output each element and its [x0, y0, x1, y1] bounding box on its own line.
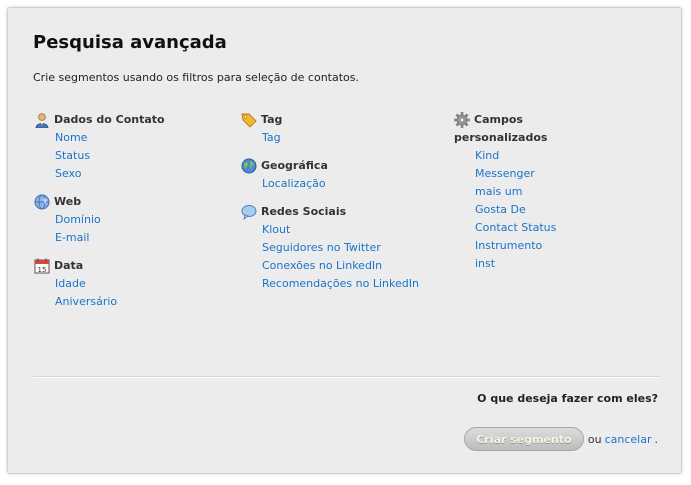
list-item: mais um: [475, 183, 654, 201]
list-item: E-mail: [55, 229, 224, 247]
create-segment-button[interactable]: Criar segmento: [463, 427, 584, 451]
filter-link-linkedin-connections[interactable]: Conexões no LinkedIn: [262, 259, 382, 272]
group-title: Geográfica: [261, 159, 328, 172]
calendar-icon: 15: [34, 258, 50, 274]
gear-icon: [454, 112, 470, 128]
filter-link-status[interactable]: Status: [55, 149, 90, 162]
link-list: Localização: [241, 175, 451, 193]
group-title: Data: [54, 259, 84, 272]
link-list: Kind Messenger mais um Gosta De Contact …: [454, 147, 654, 273]
group-title: Campos personalizados: [454, 111, 547, 147]
filter-link-contact-status[interactable]: Contact Status: [475, 221, 556, 234]
group-header: Redes Sociais: [241, 203, 451, 221]
group-title: Web: [54, 195, 82, 208]
filter-link-linkedin-recommendations[interactable]: Recomendações no LinkedIn: [262, 277, 419, 290]
list-item: Domínio: [55, 211, 224, 229]
group-header: Web: [34, 193, 224, 211]
list-item: Tag: [262, 129, 451, 147]
list-item: Instrumento: [475, 237, 654, 255]
filter-link-messenger[interactable]: Messenger: [475, 167, 535, 180]
cancel-link[interactable]: cancelar: [605, 433, 652, 446]
group-title-line-1: Campos: [474, 113, 523, 126]
user-icon: [35, 113, 49, 128]
group-header: Tag: [241, 111, 451, 129]
calendar-day: 15: [38, 266, 47, 274]
filter-link-email[interactable]: E-mail: [55, 231, 90, 244]
list-item: Idade: [55, 275, 224, 293]
link-list: Tag: [241, 129, 451, 147]
list-item: Aniversário: [55, 293, 224, 311]
filter-link-klout[interactable]: Klout: [262, 223, 290, 236]
divider: [33, 376, 660, 378]
list-item: Status: [55, 147, 224, 165]
period-text: .: [654, 432, 659, 446]
list-item: Conexões no LinkedIn: [262, 257, 451, 275]
list-item: Messenger: [475, 165, 654, 183]
earth-icon: [241, 158, 257, 174]
or-text: ou: [587, 432, 602, 446]
group-header: Geográfica: [241, 157, 451, 175]
filter-column-2: Tag Tag Geográfica Localização Redes Soc…: [241, 111, 451, 303]
filter-link-sexo[interactable]: Sexo: [55, 167, 81, 180]
filter-link-tag[interactable]: Tag: [262, 131, 281, 144]
group-contact-data: Dados do Contato Nome Status Sexo: [34, 111, 224, 183]
group-title: Tag: [261, 113, 283, 126]
dialog-subtitle: Crie segmentos usando os filtros para se…: [33, 71, 359, 84]
action-bar: Criar segmento ou cancelar .: [463, 427, 659, 451]
group-geographic: Geográfica Localização: [241, 157, 451, 193]
group-custom-fields: Campos personalizados Kind Messenger mai…: [454, 111, 654, 273]
link-list: Klout Seguidores no Twitter Conexões no …: [241, 221, 451, 293]
filter-link-dominio[interactable]: Domínio: [55, 213, 101, 226]
group-title-line-2: personalizados: [454, 131, 548, 144]
filter-link-inst[interactable]: inst: [475, 257, 495, 270]
link-list: Domínio E-mail: [34, 211, 224, 247]
list-item: Recomendações no LinkedIn: [262, 275, 451, 293]
filter-column-3: Campos personalizados Kind Messenger mai…: [454, 111, 654, 283]
filter-link-aniversario[interactable]: Aniversário: [55, 295, 117, 308]
group-header: Campos personalizados: [454, 111, 654, 147]
list-item: Klout: [262, 221, 451, 239]
group-date: 15 Data Idade Aniversário: [34, 257, 224, 311]
action-question: O que deseja fazer com eles?: [477, 392, 658, 405]
filter-link-mais-um[interactable]: mais um: [475, 185, 522, 198]
group-web: Web Domínio E-mail: [34, 193, 224, 247]
filter-link-instrumento[interactable]: Instrumento: [475, 239, 542, 252]
filter-column-1: Dados do Contato Nome Status Sexo Web Do…: [34, 111, 224, 321]
list-item: Localização: [262, 175, 451, 193]
tag-icon: [241, 113, 257, 128]
globe-icon: [34, 194, 50, 210]
list-item: Nome: [55, 129, 224, 147]
filter-link-nome[interactable]: Nome: [55, 131, 87, 144]
group-header: 15 Data: [34, 257, 224, 275]
group-header: Dados do Contato: [34, 111, 224, 129]
link-list: Idade Aniversário: [34, 275, 224, 311]
group-social-networks: Redes Sociais Klout Seguidores no Twitte…: [241, 203, 451, 293]
list-item: Sexo: [55, 165, 224, 183]
advanced-search-dialog: Pesquisa avançada Crie segmentos usando …: [7, 7, 682, 474]
list-item: inst: [475, 255, 654, 273]
list-item: Kind: [475, 147, 654, 165]
group-tag: Tag Tag: [241, 111, 451, 147]
group-title: Redes Sociais: [261, 205, 347, 218]
dialog-title: Pesquisa avançada: [33, 32, 227, 53]
speech-bubble-icon: [241, 205, 257, 220]
filter-link-twitter-followers[interactable]: Seguidores no Twitter: [262, 241, 381, 254]
list-item: Seguidores no Twitter: [262, 239, 451, 257]
link-list: Nome Status Sexo: [34, 129, 224, 183]
filter-link-gosta-de[interactable]: Gosta De: [475, 203, 526, 216]
filter-link-localizacao[interactable]: Localização: [262, 177, 326, 190]
group-title: Dados do Contato: [54, 113, 165, 126]
list-item: Contact Status: [475, 219, 654, 237]
list-item: Gosta De: [475, 201, 654, 219]
filter-link-kind[interactable]: Kind: [475, 149, 499, 162]
filter-link-idade[interactable]: Idade: [55, 277, 86, 290]
